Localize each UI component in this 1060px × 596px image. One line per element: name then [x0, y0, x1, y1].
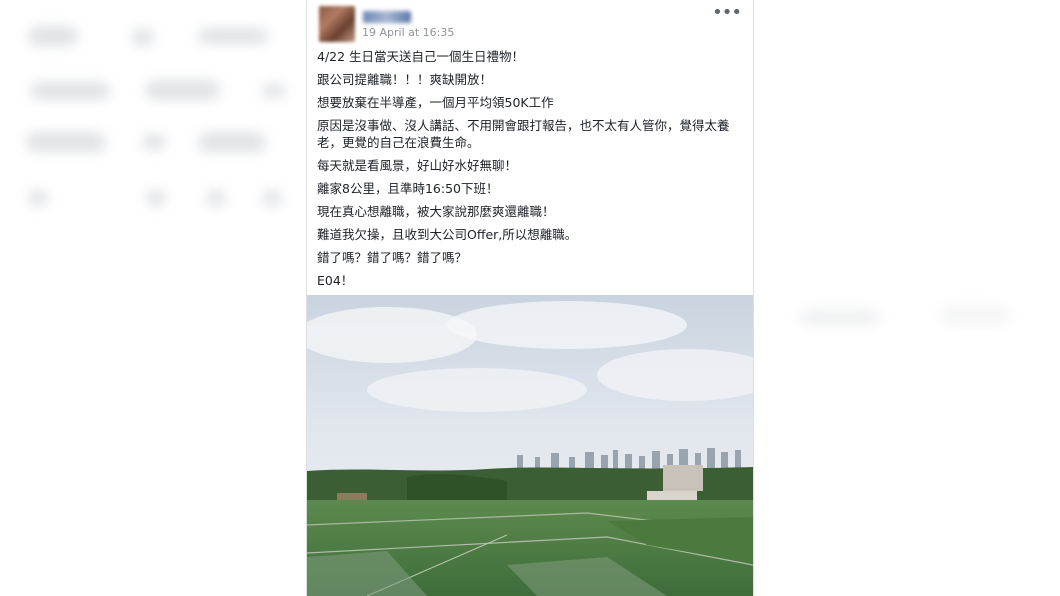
facebook-post-card: 19 April at 16:35 ••• 4/22 生日當天送自己一個生日禮物… — [306, 0, 754, 596]
post-body: 4/22 生日當天送自己一個生日禮物！ 跟公司提離職！！！爽缺開放！ 想要放棄在… — [317, 48, 747, 295]
post-line: 難道我欠操，且收到大公司Offer,所以想離職。 — [317, 227, 578, 242]
blurred-element — [132, 28, 154, 46]
post-line: 現在真心想離職，被大家說那麼爽還離職！ — [317, 204, 555, 219]
author-name-redacted[interactable] — [363, 11, 411, 23]
blurred-element — [198, 132, 266, 152]
blurred-element — [146, 190, 166, 206]
post-line: 錯了嗎？錯了嗎？錯了嗎？ — [317, 250, 468, 265]
post-photo[interactable] — [307, 295, 753, 596]
blurred-element — [142, 134, 166, 150]
post-line: 離家8公里，且準時16:50下班！ — [317, 181, 499, 196]
building — [663, 465, 703, 491]
blurred-element — [800, 308, 880, 326]
blurred-element — [940, 306, 1010, 324]
post-timestamp[interactable]: 19 April at 16:35 — [362, 26, 454, 39]
post-header: 19 April at 16:35 ••• — [315, 4, 745, 42]
blurred-element — [28, 26, 78, 46]
avatar[interactable] — [319, 6, 355, 42]
blurred-element — [262, 84, 286, 98]
blurred-element — [262, 190, 282, 206]
blurred-element — [206, 190, 226, 206]
blurred-element — [198, 28, 268, 44]
blurred-element — [30, 82, 110, 100]
blurred-element — [28, 190, 48, 206]
post-line: 原因是沒事做、沒人講話、不用開會跟打報告，也不太有人管你，覺得太養老，更覺的自己… — [317, 118, 730, 150]
cloud — [447, 301, 687, 349]
post-line: 4/22 生日當天送自己一個生日禮物！ — [317, 49, 525, 64]
more-options-icon[interactable]: ••• — [712, 4, 742, 22]
post-line: E04！ — [317, 273, 354, 288]
blurred-element — [145, 80, 220, 100]
post-line: 想要放棄在半導產，一個月平均領50K工作 — [317, 95, 554, 110]
post-line: 跟公司提離職！！！爽缺開放！ — [317, 72, 493, 87]
post-line: 每天就是看風景，好山好水好無聊！ — [317, 158, 518, 173]
cloud — [367, 368, 587, 412]
blurred-element — [26, 132, 106, 152]
